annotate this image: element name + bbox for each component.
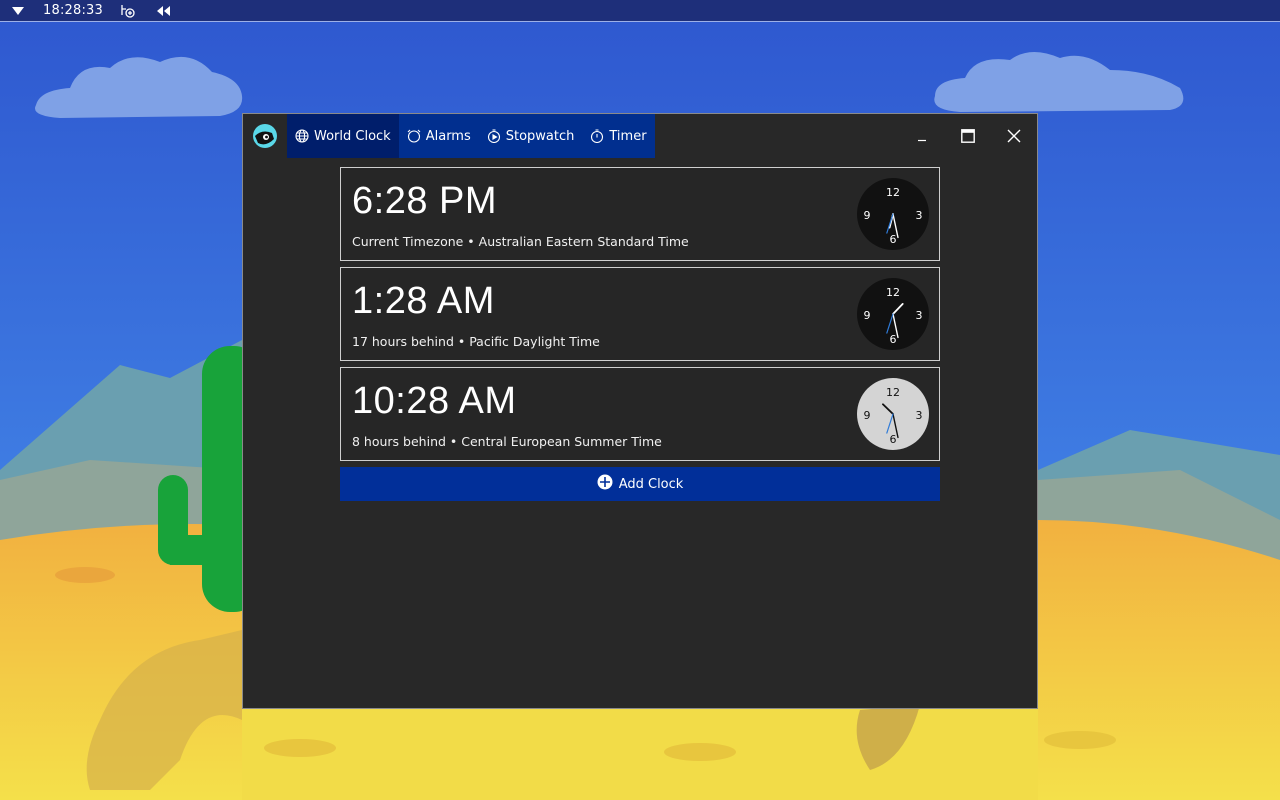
clock-card[interactable]: 10:28 AM 8 hours behind • Central Europe…	[340, 367, 940, 461]
tab-bar: World Clock Alarms Stopwatch Timer	[287, 114, 655, 158]
maximize-button[interactable]	[945, 114, 991, 158]
analog-clock: 12 3 6 9	[857, 278, 929, 350]
tab-label: Timer	[609, 128, 647, 144]
tab-label: Alarms	[425, 128, 471, 144]
clock-card[interactable]: 1:28 AM 17 hours behind • Pacific Daylig…	[340, 267, 940, 361]
minimize-button[interactable]	[899, 114, 945, 158]
clock-list: 6:28 PM Current Timezone • Australian Ea…	[340, 167, 940, 501]
dial-number: 3	[916, 309, 923, 322]
top-panel: 18:28:33	[0, 0, 1280, 22]
globe-icon	[295, 129, 309, 143]
menu-triangle-icon[interactable]	[0, 0, 36, 22]
tab-label: Stopwatch	[505, 128, 575, 144]
dial-number: 12	[886, 386, 900, 399]
dial-number: 3	[916, 409, 923, 422]
dial-number: 9	[864, 409, 871, 422]
tab-label: World Clock	[314, 128, 391, 144]
tab-alarms[interactable]: Alarms	[399, 114, 479, 158]
dial-number: 12	[886, 186, 900, 199]
dial-number: 9	[864, 309, 871, 322]
app-logo-icon	[243, 114, 287, 158]
clock-time: 1:28 AM	[352, 280, 495, 322]
panel-clock[interactable]: 18:28:33	[36, 3, 110, 18]
analog-clock: 12 3 6 9	[857, 178, 929, 250]
clock-card[interactable]: 6:28 PM Current Timezone • Australian Ea…	[340, 167, 940, 261]
tab-world-clock[interactable]: World Clock	[287, 114, 399, 158]
clock-time: 10:28 AM	[352, 380, 517, 422]
clock-description: 8 hours behind • Central European Summer…	[352, 434, 662, 449]
window-controls	[899, 114, 1037, 158]
clock-app-window: World Clock Alarms Stopwatch Timer 6:28 …	[242, 113, 1038, 709]
clock-description: 17 hours behind • Pacific Daylight Time	[352, 334, 600, 349]
title-bar[interactable]: World Clock Alarms Stopwatch Timer	[243, 114, 1037, 158]
dial-number: 9	[864, 209, 871, 222]
add-clock-button[interactable]: Add Clock	[340, 467, 940, 501]
timer-icon	[590, 129, 604, 143]
network-icon[interactable]	[110, 0, 146, 22]
alarm-icon	[407, 129, 421, 143]
analog-clock: 12 3 6 9	[857, 378, 929, 450]
close-button[interactable]	[991, 114, 1037, 158]
dial-number: 6	[890, 233, 897, 246]
plus-circle-icon	[597, 474, 613, 494]
dial-number: 6	[890, 333, 897, 346]
dial-number: 12	[886, 286, 900, 299]
volume-icon[interactable]	[146, 0, 182, 22]
tab-stopwatch[interactable]: Stopwatch	[479, 114, 583, 158]
dial-number: 3	[916, 209, 923, 222]
stopwatch-icon	[487, 129, 501, 143]
dial-number: 6	[890, 433, 897, 446]
add-clock-label: Add Clock	[618, 476, 684, 492]
tab-timer[interactable]: Timer	[582, 114, 654, 158]
clock-time: 6:28 PM	[352, 180, 498, 222]
clock-description: Current Timezone • Australian Eastern St…	[352, 234, 689, 249]
